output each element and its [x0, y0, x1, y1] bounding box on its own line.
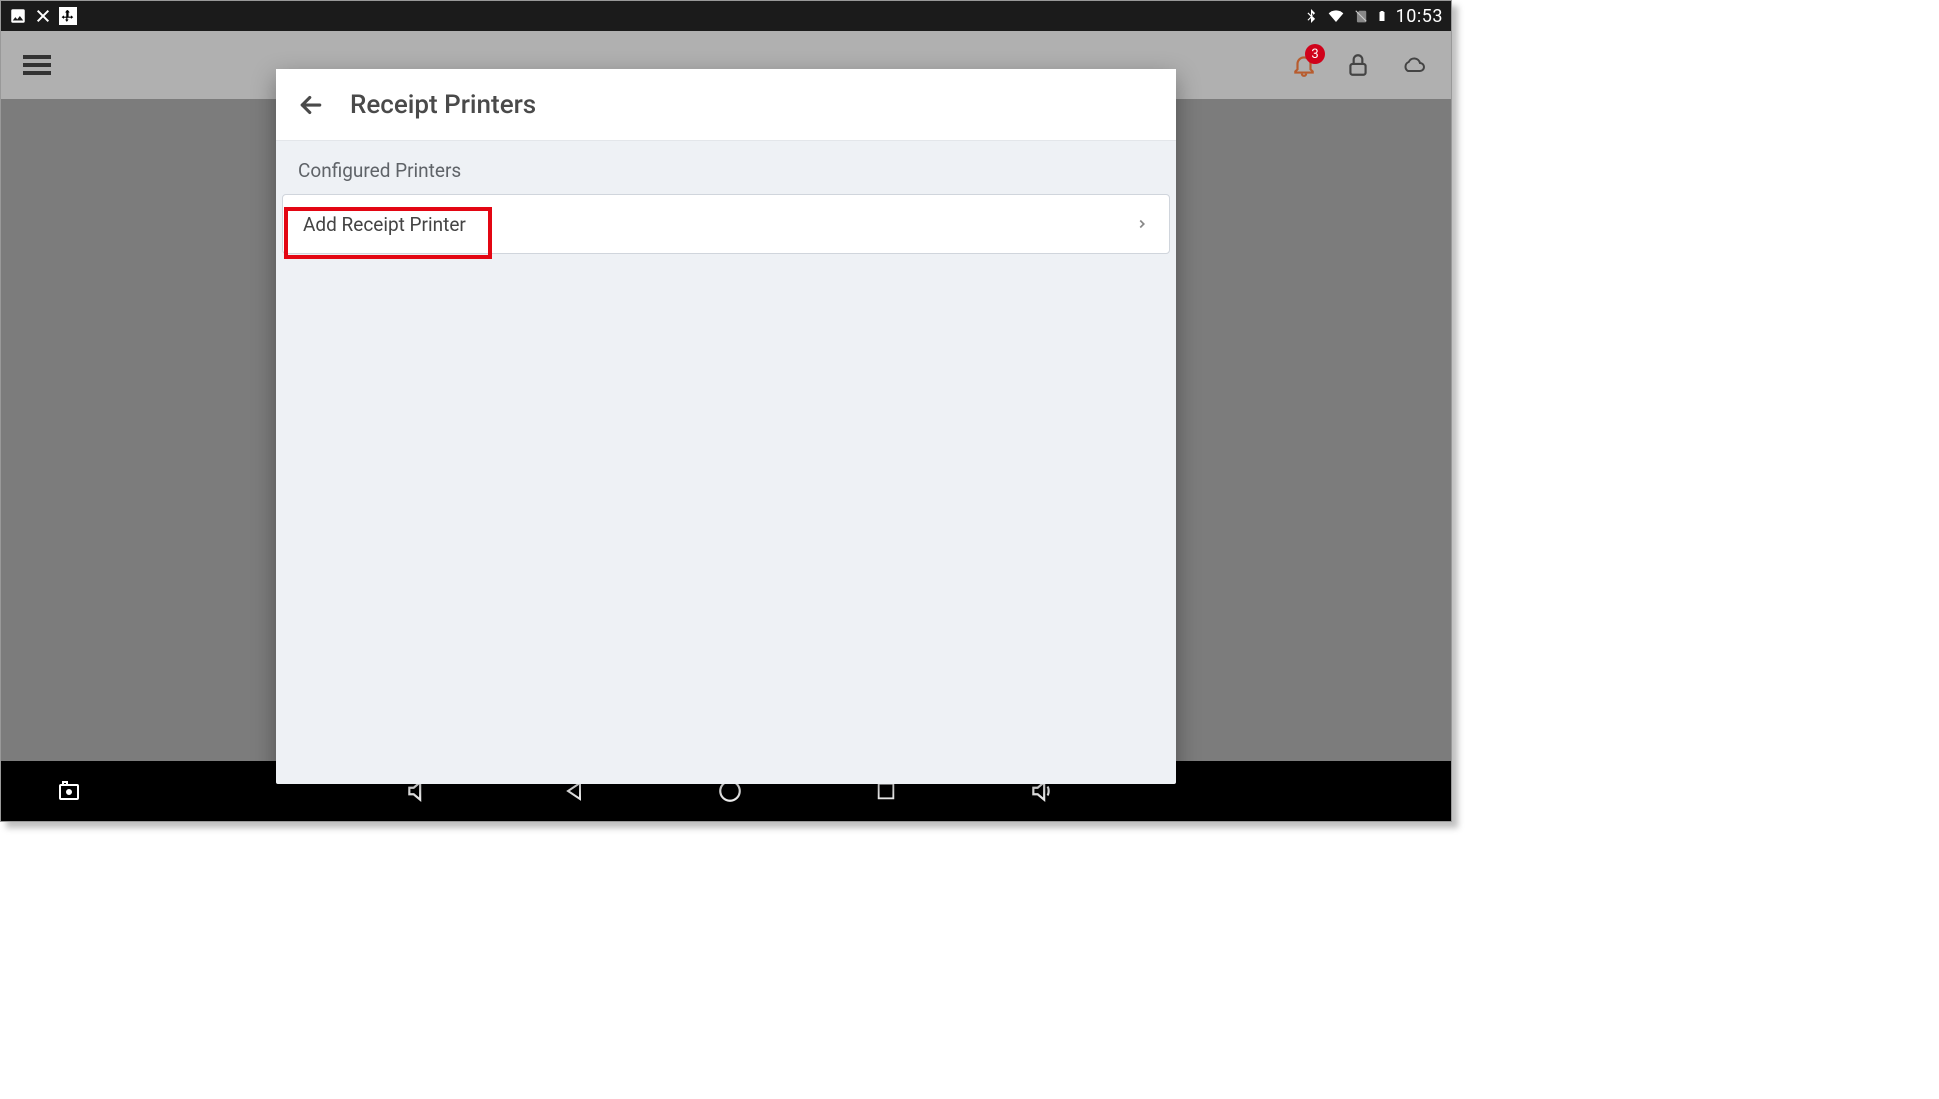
app-background: 3 Receipt Printers Configured Printers	[1, 31, 1451, 761]
back-button[interactable]	[294, 88, 328, 122]
battery-icon	[1376, 7, 1388, 25]
receipt-printers-dialog: Receipt Printers Configured Printers Add…	[276, 69, 1176, 784]
device-frame: 10:53 3	[0, 0, 1452, 822]
android-status-bar: 10:53	[1, 1, 1451, 31]
chevron-right-icon	[1135, 217, 1149, 231]
add-receipt-printer-row[interactable]: Add Receipt Printer	[282, 194, 1170, 254]
bluetooth-icon	[1304, 7, 1318, 25]
status-clock: 10:53	[1396, 6, 1443, 27]
add-receipt-printer-label: Add Receipt Printer	[303, 213, 466, 236]
usb-icon	[59, 7, 77, 25]
image-icon	[9, 7, 27, 25]
no-sim-icon	[1354, 7, 1368, 25]
wifi-icon	[1326, 7, 1346, 25]
configured-printers-label: Configured Printers	[276, 141, 1176, 194]
screenshot-button[interactable]	[51, 773, 87, 809]
dialog-header: Receipt Printers	[276, 69, 1176, 141]
dialog-title: Receipt Printers	[350, 90, 536, 120]
cross-icon	[35, 7, 51, 25]
